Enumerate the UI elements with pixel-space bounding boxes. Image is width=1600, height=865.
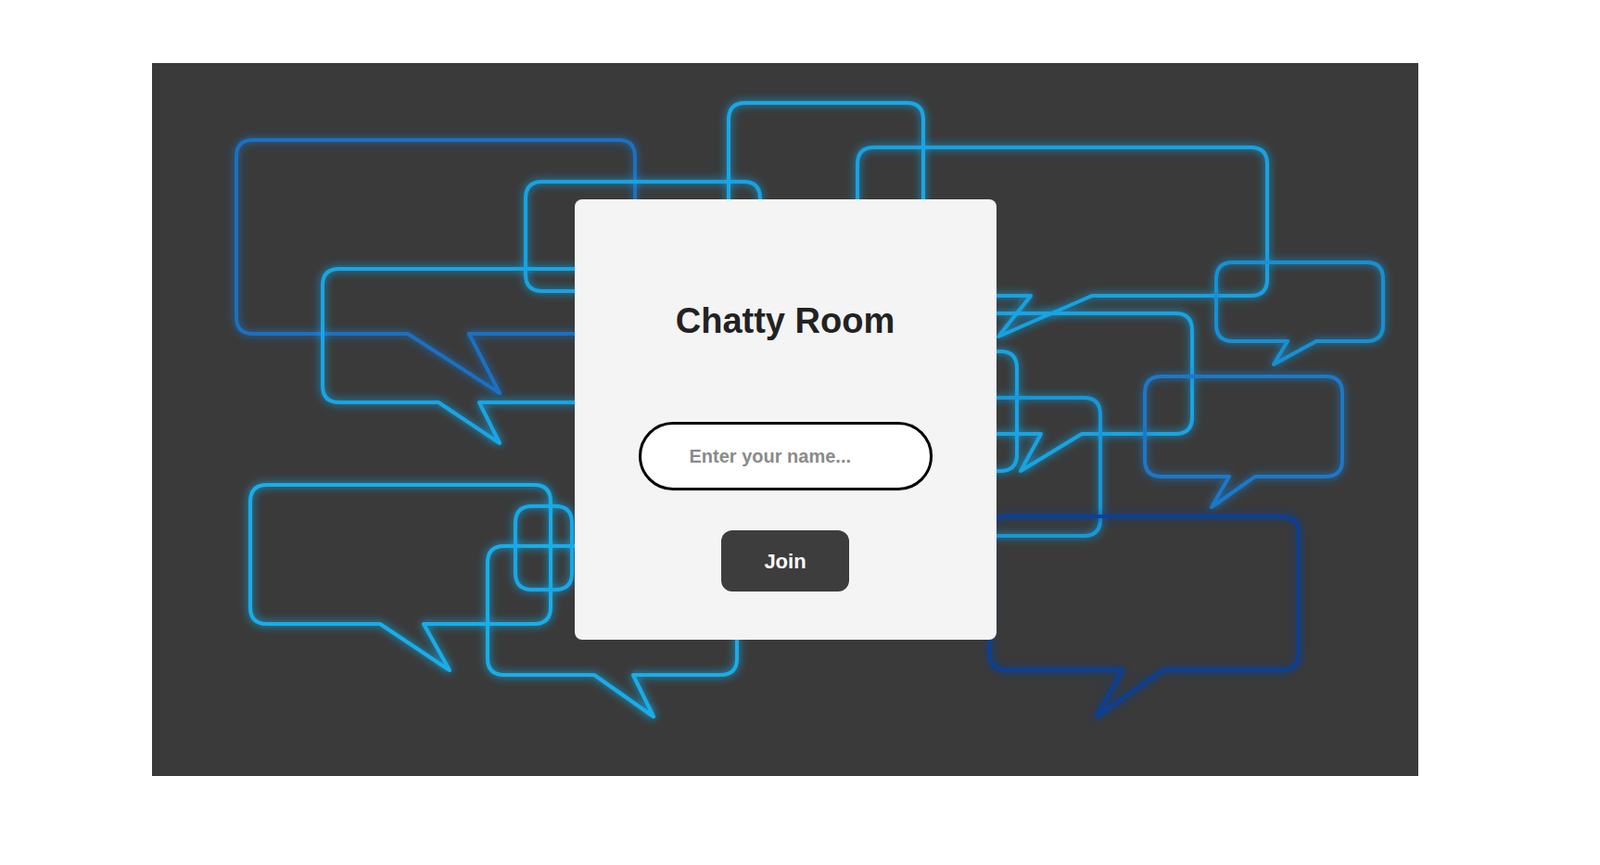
speech-bubble-icon	[250, 484, 551, 671]
speech-bubble-icon	[1216, 262, 1384, 365]
hero-panel: Chatty Room Join	[152, 63, 1419, 776]
speech-bubble-icon	[322, 268, 601, 444]
page: Chatty Room Join	[0, 0, 1600, 865]
app-title: Chatty Room	[675, 299, 895, 343]
join-button[interactable]: Join	[721, 530, 850, 592]
speech-bubble-icon	[990, 516, 1299, 717]
join-card: Chatty Room Join	[574, 199, 997, 640]
name-input[interactable]	[638, 421, 933, 491]
speech-bubble-icon	[1144, 376, 1343, 508]
speech-bubble-icon	[515, 506, 572, 590]
